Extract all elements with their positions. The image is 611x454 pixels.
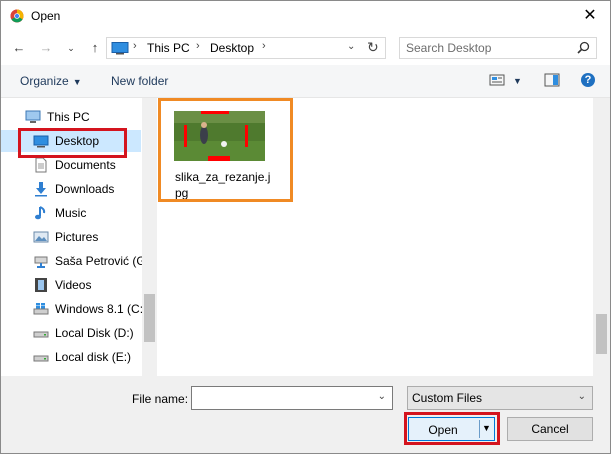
content-scrollbar[interactable] bbox=[593, 98, 610, 376]
sidebar-item-label: Windows 8.1 (C: bbox=[55, 302, 144, 316]
sidebar-scrollbar[interactable] bbox=[142, 98, 157, 376]
videos-icon bbox=[35, 278, 47, 292]
file-name-input[interactable]: ⌄ bbox=[191, 386, 393, 410]
downloads-icon bbox=[35, 182, 47, 197]
sidebar-item-this-pc[interactable]: This PC bbox=[1, 106, 141, 128]
chevron-down-icon[interactable]: ⌄ bbox=[378, 391, 386, 402]
computer-icon bbox=[25, 110, 41, 123]
open-dialog: Open ✕ ← → ⌄ ↑ › This PC › Desktop › ⌄ ↻… bbox=[0, 0, 611, 454]
breadcrumb-this-pc[interactable]: This PC bbox=[147, 41, 190, 55]
search-box[interactable]: Search Desktop bbox=[399, 37, 597, 59]
sidebar-item-videos[interactable]: Videos bbox=[1, 274, 141, 296]
cancel-button[interactable]: Cancel bbox=[507, 417, 593, 441]
drive-icon bbox=[33, 355, 49, 362]
breadcrumb-desktop[interactable]: Desktop bbox=[210, 41, 254, 55]
pictures-icon bbox=[33, 231, 49, 243]
sidebar-item-local-disk-d[interactable]: Local Disk (D:) bbox=[1, 322, 141, 344]
documents-icon bbox=[35, 157, 47, 173]
forward-icon[interactable]: → bbox=[38, 39, 54, 57]
sidebar-item-local-disk-e[interactable]: Local disk (E:) bbox=[1, 346, 141, 368]
file-name-label: File name: bbox=[132, 392, 189, 406]
sidebar-item-label: Local Disk (D:) bbox=[55, 326, 134, 340]
scrollbar-thumb[interactable] bbox=[596, 314, 607, 354]
sidebar-item-network-drive[interactable]: Saša Petrović (G: bbox=[1, 250, 149, 272]
up-icon[interactable]: ↑ bbox=[87, 39, 103, 57]
file-highlight-box bbox=[158, 98, 293, 202]
back-icon[interactable]: ← bbox=[11, 39, 27, 57]
breadcrumb-separator-icon: › bbox=[133, 40, 137, 52]
sidebar-item-music[interactable]: Music bbox=[1, 202, 141, 224]
view-dropdown-icon[interactable]: ▼ bbox=[513, 76, 522, 86]
sidebar-item-label: Downloads bbox=[55, 182, 115, 196]
scrollbar-thumb[interactable] bbox=[144, 294, 155, 342]
new-folder-button[interactable]: New folder bbox=[111, 74, 168, 88]
address-dropdown-icon[interactable]: ⌄ bbox=[347, 41, 355, 52]
title-bar: Open ✕ bbox=[1, 1, 610, 31]
sidebar-item-label: Pictures bbox=[55, 230, 99, 244]
file-type-value: Custom Files bbox=[412, 391, 483, 405]
desktop-highlight-box bbox=[18, 128, 127, 158]
open-highlight-box bbox=[404, 412, 500, 445]
sidebar-item-label: Music bbox=[55, 206, 87, 220]
close-button[interactable]: ✕ bbox=[580, 6, 600, 26]
navigation-bar: ← → ⌄ ↑ › This PC › Desktop › ⌄ ↻ Search… bbox=[1, 31, 610, 65]
recent-locations-chevron-icon[interactable]: ⌄ bbox=[63, 39, 79, 57]
organize-button[interactable]: Organize ▼ bbox=[20, 74, 82, 88]
search-icon bbox=[577, 41, 590, 54]
chevron-down-icon[interactable]: ⌄ bbox=[578, 391, 586, 402]
footer-panel: File name: ⌄ Custom Files ⌄ Open ▼ Cance… bbox=[1, 376, 610, 453]
search-input[interactable]: Search Desktop bbox=[406, 41, 491, 55]
sidebar-item-windows-drive[interactable]: Windows 8.1 (C: bbox=[1, 298, 144, 320]
chevron-down-icon: ▼ bbox=[72, 77, 82, 87]
music-icon bbox=[35, 206, 46, 220]
sidebar-item-label: Local disk (E:) bbox=[55, 350, 132, 364]
file-type-select[interactable]: Custom Files ⌄ bbox=[407, 386, 593, 410]
organize-label: Organize bbox=[20, 74, 69, 88]
breadcrumb-separator-icon: › bbox=[196, 40, 200, 52]
sidebar-item-label: Videos bbox=[55, 278, 92, 292]
view-options-icon[interactable] bbox=[489, 73, 505, 87]
sidebar-item-label: Documents bbox=[55, 158, 116, 172]
command-bar: Organize ▼ New folder ▼ ? bbox=[1, 65, 610, 98]
computer-icon bbox=[111, 42, 129, 55]
address-bar[interactable]: › This PC › Desktop › ⌄ ↻ bbox=[106, 37, 386, 59]
chrome-icon bbox=[10, 9, 24, 23]
sidebar-item-label: Saša Petrović (G: bbox=[55, 254, 150, 268]
sidebar-item-downloads[interactable]: Downloads bbox=[1, 178, 141, 200]
help-icon[interactable]: ? bbox=[581, 73, 595, 87]
windows-drive-icon bbox=[33, 303, 49, 315]
sidebar-item-pictures[interactable]: Pictures bbox=[1, 226, 141, 248]
breadcrumb-separator-icon: › bbox=[262, 40, 266, 52]
network-drive-icon bbox=[34, 256, 48, 268]
window-title: Open bbox=[31, 9, 61, 23]
drive-icon bbox=[33, 331, 49, 338]
sidebar-item-label: This PC bbox=[47, 110, 90, 124]
preview-pane-icon[interactable] bbox=[544, 73, 560, 87]
refresh-icon[interactable]: ↻ bbox=[367, 39, 379, 56]
